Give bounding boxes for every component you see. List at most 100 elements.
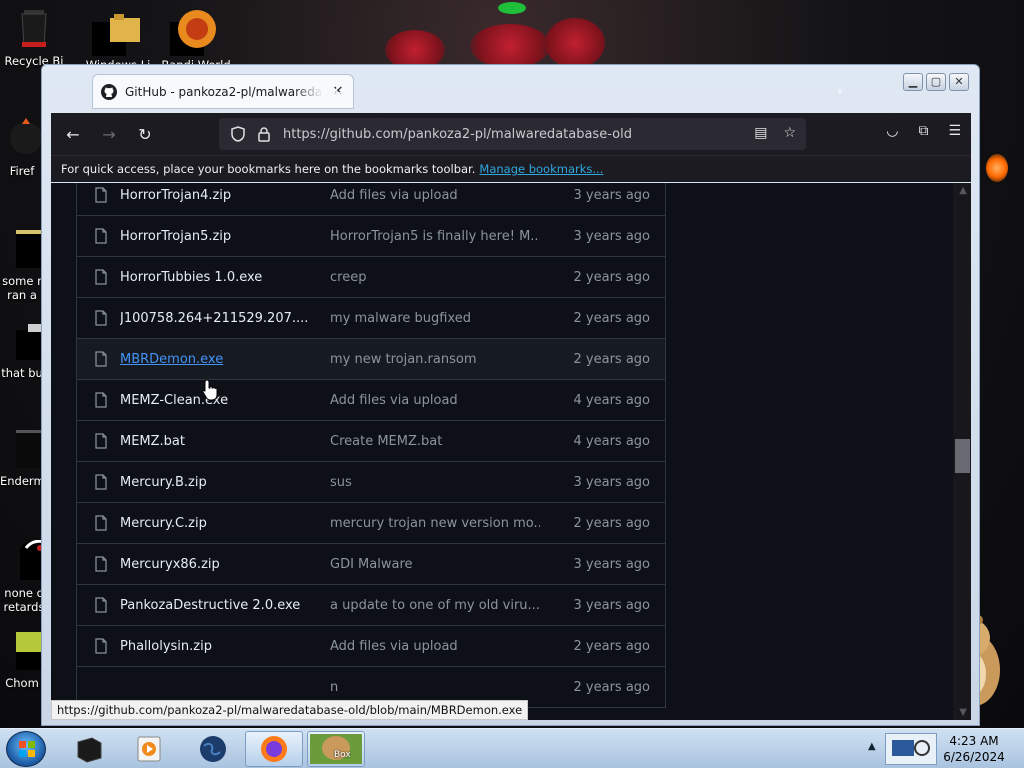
lock-icon[interactable] <box>257 126 271 142</box>
bookmark-star-icon[interactable]: ☆ <box>783 125 796 141</box>
file-icon <box>95 597 107 613</box>
table-row[interactable]: Mercury.B.zip sus 3 years ago <box>77 462 665 503</box>
reload-icon[interactable]: ↻ <box>127 118 163 150</box>
commit-message-link[interactable]: creep <box>330 270 540 285</box>
table-row[interactable]: MBRDemon.exe my new trojan.ransom 2 years … <box>77 339 665 380</box>
back-arrow-icon[interactable]: ← <box>55 118 91 150</box>
table-row[interactable]: J100758.264+211529.207.... my malware bug… <box>77 298 665 339</box>
desktop-icon-firefox[interactable]: Firef <box>0 118 44 178</box>
recycle-bin-icon <box>21 10 47 47</box>
title-bar: GitHub - pankoza2-pl/malwaredatabase-old… <box>42 65 979 113</box>
taskbar-item-globe[interactable] <box>184 731 242 767</box>
taskbar-item-media-player[interactable] <box>120 731 178 767</box>
file-name-link[interactable]: Mercury.B.zip <box>120 475 330 490</box>
file-name-link[interactable]: J100758.264+211529.207.... <box>120 311 330 326</box>
desktop-icon-some[interactable]: some r ran a <box>0 214 44 316</box>
shield-icon[interactable] <box>231 126 245 142</box>
box-label: Box <box>334 750 351 760</box>
desktop-icon-label: that bu <box>1 366 43 380</box>
new-tab-button[interactable]: + <box>330 83 343 102</box>
bookmarks-hint: For quick access, place your bookmarks h… <box>61 162 476 176</box>
commit-message-link[interactable]: mercury trojan new version mo... <box>330 516 540 531</box>
file-icon <box>20 539 45 580</box>
file-name-link[interactable]: PankozaDestructive 2.0.exe <box>120 598 330 613</box>
commit-age: 2 years ago <box>573 351 650 367</box>
scrollbar-thumb[interactable] <box>955 439 970 473</box>
windows-logo-icon <box>19 741 35 757</box>
file-icon <box>16 230 42 268</box>
bookmarks-toolbar: For quick access, place your bookmarks h… <box>51 155 971 182</box>
chevron-down-icon[interactable]: ▾ <box>837 85 843 98</box>
tray-app-icon[interactable] <box>885 733 937 765</box>
table-row[interactable]: Mercury.C.zip mercury trojan new version … <box>77 503 665 544</box>
table-row[interactable]: HorrorTrojan4.zip Add files via upload 3 y… <box>77 183 665 216</box>
taskbar-item-box[interactable]: Box <box>307 731 365 767</box>
commit-message-link[interactable]: Add files via upload <box>330 393 540 408</box>
commit-message-link[interactable]: a update to one of my old viru... <box>330 598 540 613</box>
table-row[interactable]: HorrorTrojan5.zip HorrorTrojan5 is finall… <box>77 216 665 257</box>
file-name-link[interactable]: MBRDemon.exe <box>120 352 330 367</box>
maximize-button[interactable]: ▢ <box>926 73 946 91</box>
globe-icon <box>200 736 226 762</box>
commit-message-link[interactable]: sus <box>330 475 540 490</box>
desktop-icon-enderm[interactable]: Enderm <box>0 428 45 488</box>
hand-cursor-icon <box>202 379 218 401</box>
start-button[interactable] <box>6 731 46 767</box>
system-clock[interactable]: 4:23 AM 6/26/2024 <box>938 733 1010 765</box>
file-name-link[interactable]: HorrorTrojan4.zip <box>120 188 330 203</box>
table-row[interactable]: PankozaDestructive 2.0.exe a update to on… <box>77 585 665 626</box>
commit-message-link[interactable]: my new trojan.ransom <box>330 352 540 367</box>
commit-message-link[interactable]: Create MEMZ.bat <box>330 434 540 449</box>
file-icon <box>95 474 107 490</box>
commit-message-link[interactable]: HorrorTrojan5 is finally here! M... <box>330 229 540 244</box>
file-name-link[interactable]: Phallolysin.zip <box>120 639 330 654</box>
desktop-icon-chom[interactable]: Chom <box>0 630 44 690</box>
commit-message-link[interactable]: n <box>330 680 540 695</box>
file-name-link[interactable]: MEMZ-Clean.exe <box>120 393 330 408</box>
forward-arrow-icon[interactable]: → <box>91 118 127 150</box>
commit-age: 2 years ago <box>573 515 650 531</box>
link-status-bar: https://github.com/pankoza2-pl/malwareda… <box>51 700 529 720</box>
table-row[interactable]: HorrorTubbies 1.0.exe creep 2 years ago <box>77 257 665 298</box>
taskbar-item-firefox[interactable] <box>245 731 303 767</box>
taskbar-item-app[interactable] <box>60 731 118 767</box>
file-name-link[interactable]: Mercury.C.zip <box>120 516 330 531</box>
page-content: HorrorTrojan4.zip Add files via upload 3 y… <box>51 183 971 720</box>
table-row[interactable]: MEMZ-Clean.exe Add files via upload 4 year… <box>77 380 665 421</box>
table-row[interactable]: Mercuryx86.zip GDI Malware 3 years ago <box>77 544 665 585</box>
commit-message-link[interactable]: Add files via upload <box>330 639 540 654</box>
extensions-icon[interactable]: ⧉ <box>918 123 928 139</box>
address-bar[interactable]: https://github.com/pankoza2-pl/malwareda… <box>219 118 806 150</box>
hamburger-menu-icon[interactable]: ☰ <box>948 123 961 139</box>
commit-age: 3 years ago <box>573 474 650 490</box>
table-row[interactable]: Phallolysin.zip Add files via upload 2 yea… <box>77 626 665 667</box>
scroll-down-arrow-icon[interactable]: ▼ <box>959 707 967 718</box>
pocket-icon[interactable]: ◡ <box>886 123 898 139</box>
desktop-icon-label: Enderm <box>0 474 45 488</box>
commit-message-link[interactable]: my malware bugfixed <box>330 311 540 326</box>
commit-message-link[interactable]: GDI Malware <box>330 557 540 572</box>
file-name-link[interactable]: HorrorTrojan5.zip <box>120 229 330 244</box>
file-name-link[interactable]: MEMZ.bat <box>120 434 330 449</box>
desktop-icon-label: some r ran a <box>2 274 42 302</box>
hamster-box-icon <box>310 734 362 764</box>
wallpaper-glow <box>986 154 1008 182</box>
commit-age: 3 years ago <box>573 187 650 203</box>
file-name-link[interactable]: Mercuryx86.zip <box>120 557 330 572</box>
file-name-link[interactable]: HorrorTubbies 1.0.exe <box>120 270 330 285</box>
desktop-icon-thatbu[interactable]: that bu <box>0 320 44 380</box>
minimize-button[interactable]: ▁ <box>903 73 923 91</box>
close-window-button[interactable]: ✕ <box>949 73 969 91</box>
desktop-icon-recycle-bin[interactable]: Recycle Bi <box>4 8 64 68</box>
show-hidden-icons-arrow-icon[interactable]: ▲ <box>868 741 876 752</box>
manage-bookmarks-link[interactable]: Manage bookmarks... <box>479 162 603 176</box>
table-row[interactable]: MEMZ.bat Create MEMZ.bat 4 years ago <box>77 421 665 462</box>
scrollbar[interactable]: ▲ ▼ <box>953 183 971 720</box>
wallpaper-green-shape <box>498 2 526 14</box>
url-text[interactable]: https://github.com/pankoza2-pl/malwareda… <box>283 127 632 142</box>
tab-github[interactable]: GitHub - pankoza2-pl/malwaredatabase-old… <box>92 74 354 109</box>
commit-message-link[interactable]: Add files via upload <box>330 188 540 203</box>
reader-view-icon[interactable]: ▤ <box>754 125 767 141</box>
file-icon <box>95 433 107 449</box>
scroll-up-arrow-icon[interactable]: ▲ <box>959 185 967 196</box>
